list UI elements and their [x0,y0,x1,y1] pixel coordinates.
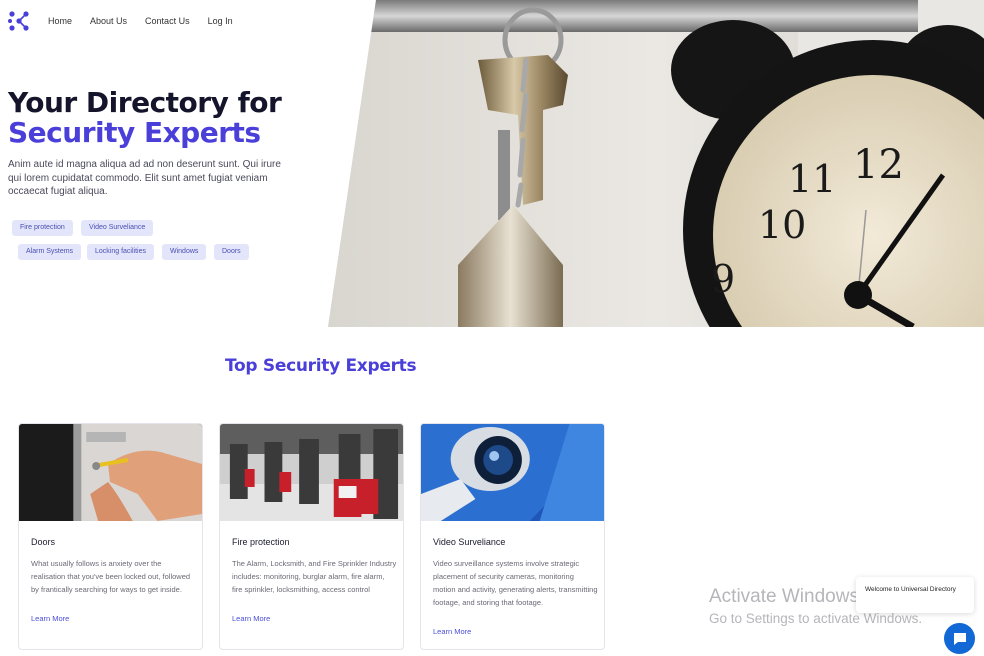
tag-windows[interactable]: Windows [162,244,207,260]
svg-text:9: 9 [711,257,735,301]
card-doors-learn-more-link[interactable]: Learn More [31,614,69,623]
svg-text:10: 10 [758,203,806,247]
card-video-surveliance-text: Video surveillance systems involve strat… [433,559,598,607]
card-doors-image [19,424,202,521]
activate-windows-watermark-title: Activate Windows [709,586,859,607]
hero-description: Anim aute id magna aliqua ad ad non dese… [8,159,281,197]
card-fire-protection-title: Fire protection [232,537,290,547]
tag-doors[interactable]: Doors [214,244,249,260]
chat-button[interactable] [944,623,975,654]
activate-windows-watermark-subtitle: Go to Settings to activate Windows. [709,611,923,626]
tag-fire-protection[interactable]: Fire protection [12,220,73,236]
chat-icon [953,632,966,645]
hero-image: 10 11 12 9 [328,0,984,327]
svg-text:12: 12 [853,142,904,188]
hero-title-line2: Security Experts [8,116,261,149]
tag-alarm-systems[interactable]: Alarm Systems [18,244,82,260]
section-title: Top Security Experts [225,356,417,376]
card-video-surveliance-image [421,424,604,521]
chat-welcome-popup[interactable]: Welcome to Universal Directory [856,577,974,613]
card-doors-title: Doors [31,537,56,547]
logo-icon[interactable] [8,10,30,32]
card-video-surveliance[interactable]: Video Surveliance Video surveillance sys… [420,423,605,650]
card-doors[interactable]: Doors What usually follows is anxiety ov… [18,423,203,650]
nav-home-link[interactable]: Home [48,16,72,26]
card-doors-text: What usually follows is anxiety over the… [31,559,191,594]
nav-about-link[interactable]: About Us [90,16,127,26]
svg-text:11: 11 [788,157,836,201]
hero-title-line1: Your Directory for [8,86,282,119]
card-fire-protection-image [220,424,403,521]
card-video-surveliance-title: Video Surveliance [433,537,506,547]
tag-video-surveliance[interactable]: Video Surveliance [81,220,154,236]
nav-contact-link[interactable]: Contact Us [145,16,190,26]
card-video-surveliance-learn-more-link[interactable]: Learn More [433,627,471,636]
tag-locking-facilities[interactable]: Locking facilities [87,244,154,260]
top-nav: Home About Us Contact Us Log In [8,10,251,32]
card-fire-protection[interactable]: Fire protection The Alarm, Locksmith, an… [219,423,404,650]
nav-login-link[interactable]: Log In [208,16,233,26]
card-fire-protection-learn-more-link[interactable]: Learn More [232,614,270,623]
card-fire-protection-text: The Alarm, Locksmith, and Fire Sprinkler… [232,559,397,594]
hero-title: Your Directory for Security Experts [8,86,282,149]
